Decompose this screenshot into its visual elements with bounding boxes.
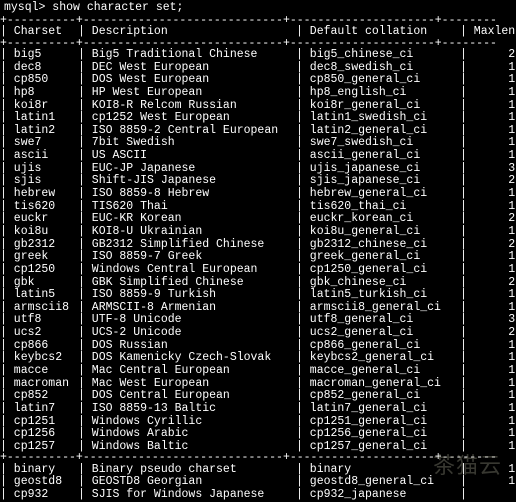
table-cell: | HP West European <box>78 87 296 100</box>
mysql-prompt[interactable]: mysql> show character set; <box>0 0 516 15</box>
table-cell: | cp850 <box>0 74 78 87</box>
table-cell: | macce_general_ci <box>296 365 460 378</box>
table-cell: | latin1_swedish_ci <box>296 112 460 125</box>
table-cell: | macce <box>0 365 78 378</box>
table-cell: | 1 <box>460 264 516 277</box>
table-cell: | 1 <box>460 403 516 416</box>
table-cell: | ISO 8859-7 Greek <box>78 251 296 264</box>
table-cell: | hebrew_general_ci <box>296 188 460 201</box>
table-cell: | greek_general_ci <box>296 251 460 264</box>
table-cell: | DOS Central European <box>78 390 296 403</box>
table-row: | cp1250 | Windows Central European | cp… <box>0 264 516 277</box>
table-row: | latin1 | cp1252 West European | latin1… <box>0 112 516 125</box>
table-cell: | 1 <box>460 226 516 239</box>
table-row: | macce | Mac Central European | macce_g… <box>0 365 516 378</box>
table-cell: | cp852_general_ci <box>296 390 460 403</box>
table-cell: | UCS-2 Unicode <box>78 327 296 340</box>
table-cell: | cp1252 West European <box>78 112 296 125</box>
table-row: | cp852 | DOS Central European | cp852_g… <box>0 390 516 403</box>
table-cell: | ucs2 <box>0 327 78 340</box>
table-cell: | greek <box>0 251 78 264</box>
table-cell: | big5_chinese_ci <box>296 49 460 62</box>
table-row: | latin5 | ISO 8859-9 Turkish | latin5_t… <box>0 289 516 302</box>
table-cell: | Big5 Traditional Chinese <box>78 49 296 62</box>
table-row: | ascii | US ASCII | ascii_general_ci | … <box>0 150 516 163</box>
table-row: | big5 | Big5 Traditional Chinese | big5… <box>0 49 516 62</box>
table-row: | cp850 | DOS West European | cp850_gene… <box>0 74 516 87</box>
table-cell: | hp8 <box>0 87 78 100</box>
table-cell: | cp1250 <box>0 264 78 277</box>
table-cell: | ucs2_general_ci <box>296 327 460 340</box>
table-cell: | 1 <box>460 74 516 87</box>
table-cell: | 1 <box>460 150 516 163</box>
charset-table: +----------+----------------------------… <box>0 16 516 502</box>
table-cell: | 1 <box>460 289 516 302</box>
table-cell: | hebrew <box>0 188 78 201</box>
table-cell: | 1 <box>460 428 516 441</box>
table-row: | hp8 | HP West European | hp8_english_c… <box>0 87 516 100</box>
table-cell: | ISO 8859-8 Hebrew <box>78 188 296 201</box>
table-row: | greek | ISO 8859-7 Greek | greek_gener… <box>0 251 516 264</box>
table-row: | hebrew | ISO 8859-8 Hebrew | hebrew_ge… <box>0 188 516 201</box>
table-cell: | cp1256_general_ci <box>296 428 460 441</box>
table-cell: | US ASCII <box>78 150 296 163</box>
table-cell: | 1 <box>460 112 516 125</box>
table-cell: | ISO 8859-13 Baltic <box>78 403 296 416</box>
table-cell: | latin1 <box>0 112 78 125</box>
table-cell: | cp1256 <box>0 428 78 441</box>
table-cell: | Windows Central European <box>78 264 296 277</box>
table-cell: | koi8u_general_ci <box>296 226 460 239</box>
table-cell: | 2 <box>460 49 516 62</box>
table-cell: | KOI8-U Ukrainian <box>78 226 296 239</box>
table-cell: | cp1250_general_ci <box>296 264 460 277</box>
table-cell: | latin5 <box>0 289 78 302</box>
table-cell: | big5 <box>0 49 78 62</box>
table-cell: | 1 <box>460 251 516 264</box>
table-cell: | ascii <box>0 150 78 163</box>
table-cell: | Mac Central European <box>78 365 296 378</box>
table-cell: | cp852 <box>0 390 78 403</box>
table-cell: | cp850_general_ci <box>296 74 460 87</box>
table-cell: | latin7 <box>0 403 78 416</box>
table-cell: | DOS West European <box>78 74 296 87</box>
table-cell: | 1 <box>460 87 516 100</box>
table-cell: | 1 <box>460 365 516 378</box>
table-cell: | latin5_turkish_ci <box>296 289 460 302</box>
table-row: | ucs2 | UCS-2 Unicode | ucs2_general_ci… <box>0 327 516 340</box>
table-cell: | 1 <box>460 390 516 403</box>
table-row: | cp1256 | Windows Arabic | cp1256_gener… <box>0 428 516 441</box>
table-cell: | latin7_general_ci <box>296 403 460 416</box>
table-cell: | ISO 8859-9 Turkish <box>78 289 296 302</box>
table-cell: | koi8u <box>0 226 78 239</box>
table-row: | koi8u | KOI8-U Ukrainian | koi8u_gener… <box>0 226 516 239</box>
table-cell: | ascii_general_ci <box>296 150 460 163</box>
table-cell: | Windows Arabic <box>78 428 296 441</box>
table-cell: | 2 <box>460 327 516 340</box>
table-cell: | 1 <box>460 188 516 201</box>
table-cell: | hp8_english_ci <box>296 87 460 100</box>
table-row: | latin7 | ISO 8859-13 Baltic | latin7_g… <box>0 403 516 416</box>
